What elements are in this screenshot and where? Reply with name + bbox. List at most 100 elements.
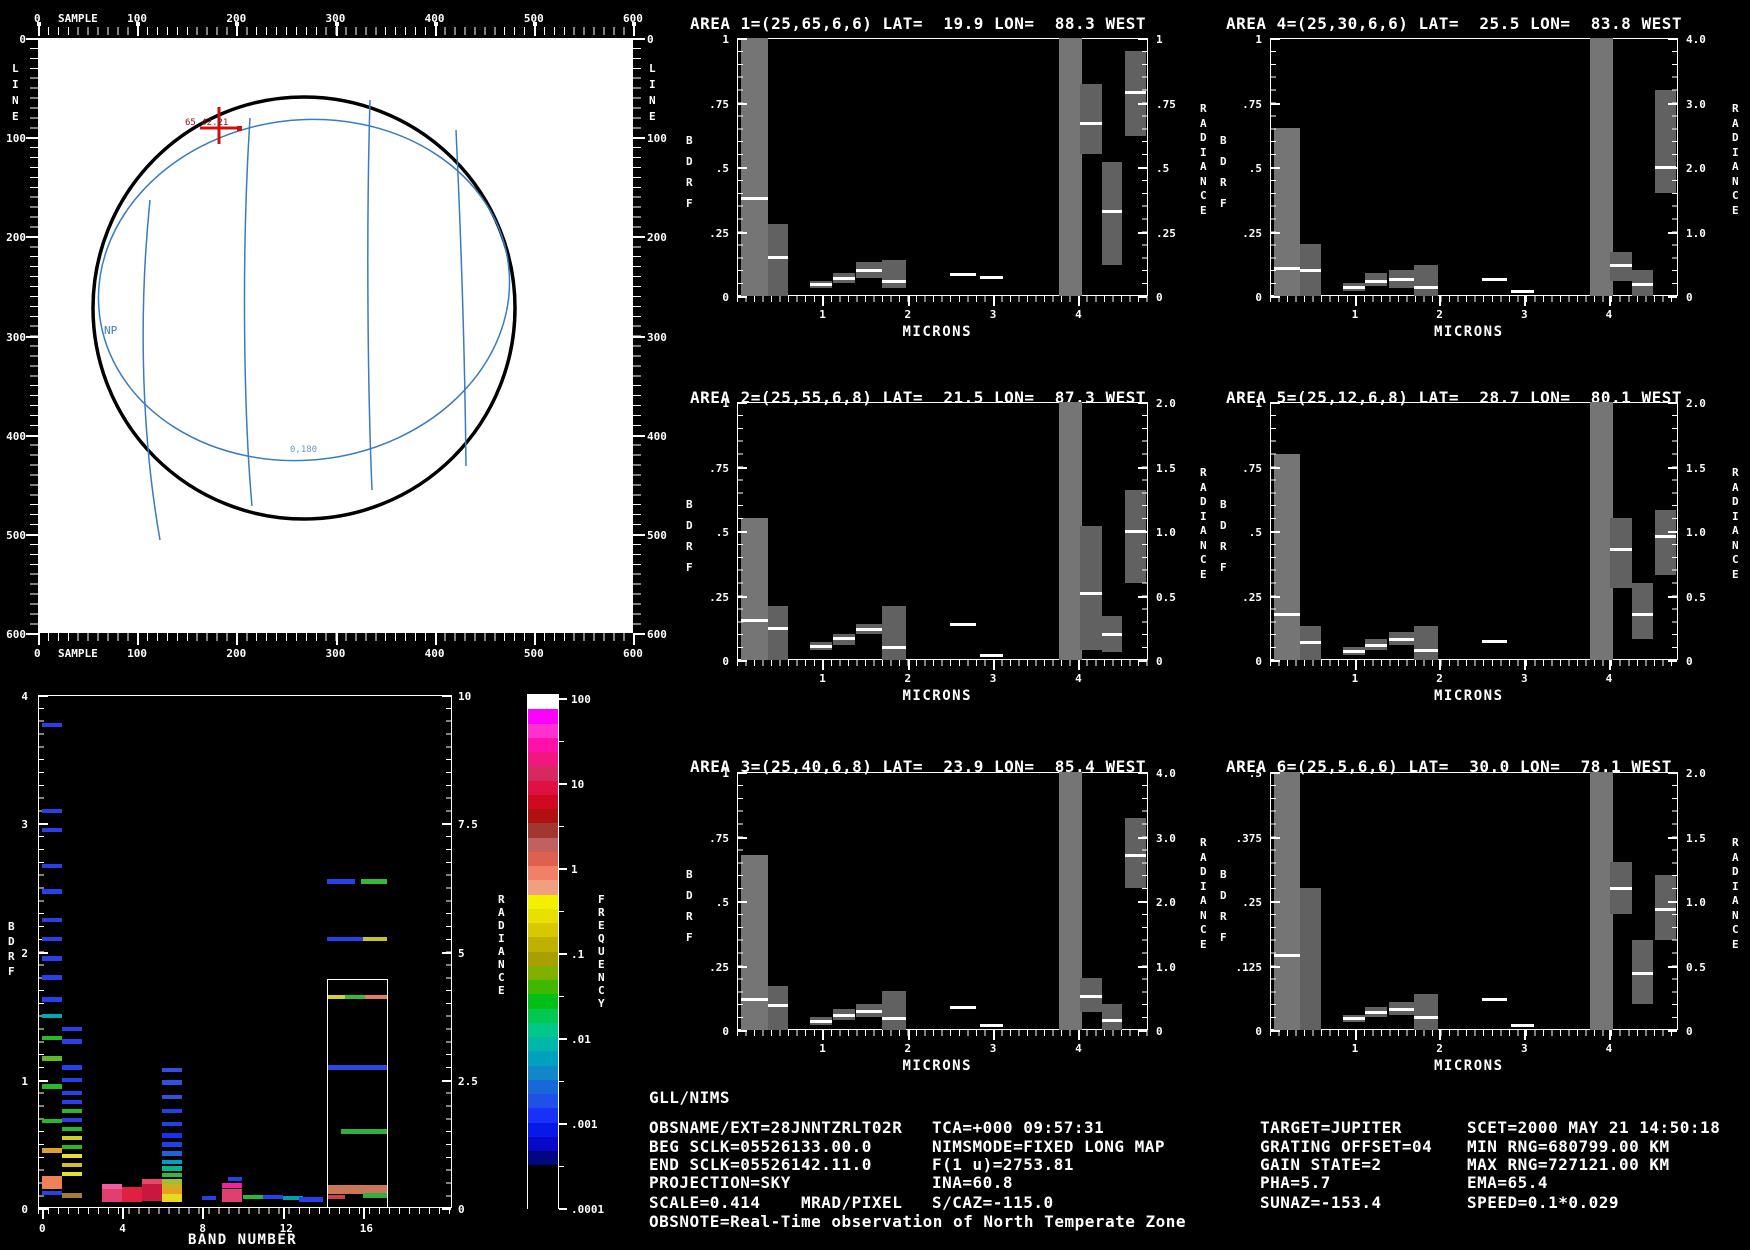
histogram-strip bbox=[62, 1126, 83, 1132]
spectrum-median-line bbox=[1632, 283, 1653, 287]
microns-axis-major-tick bbox=[992, 296, 995, 306]
histogram-strip bbox=[142, 1179, 163, 1184]
radiance-axis-name: E bbox=[498, 984, 505, 997]
bdrf-axis-name: R bbox=[1220, 910, 1227, 923]
radiance-axis-name: A bbox=[1200, 894, 1207, 907]
radiance-axis-tick-label: 0 bbox=[1156, 655, 1163, 668]
histogram-strip bbox=[62, 1144, 83, 1150]
spectrum-bar bbox=[767, 605, 789, 660]
radiance-axis-name: N bbox=[498, 958, 505, 971]
histogram-strip bbox=[42, 1118, 63, 1124]
radiance-axis-tick-label: .25 bbox=[1156, 226, 1176, 240]
spectrum-median-line bbox=[1079, 122, 1102, 126]
colorbar-cell bbox=[528, 809, 558, 824]
radiance-axis-tick-label: 1.0 bbox=[1686, 226, 1706, 240]
spectrum-median-line bbox=[1413, 648, 1438, 652]
bdrf-axis-tick-label: .75 bbox=[709, 97, 729, 111]
radiance-axis-major-tick bbox=[1138, 772, 1147, 774]
microns-axis-ticks bbox=[737, 660, 1148, 666]
bdrf-axis-name: B bbox=[686, 868, 693, 881]
colorbar-cell bbox=[528, 695, 558, 710]
band-axis-major-tick bbox=[42, 1208, 44, 1219]
metadata-field: MAX RNG=727121.00 KM bbox=[1467, 1155, 1670, 1174]
spectrum-median-line bbox=[1481, 278, 1507, 282]
histogram-strip bbox=[222, 1183, 243, 1188]
bdrf-axis-major-tick bbox=[738, 466, 747, 469]
histogram-strip bbox=[162, 1094, 183, 1100]
microns-axis-tick-label: 2 bbox=[904, 672, 912, 685]
colorbar-cell bbox=[528, 723, 558, 739]
radiance-axis-name: E bbox=[1200, 203, 1207, 217]
histogram-strip bbox=[162, 1172, 183, 1178]
radiance-axis-name: E bbox=[1200, 937, 1207, 951]
bdrf-axis-name: F bbox=[1220, 561, 1227, 574]
microns-axis-major-tick bbox=[1354, 1030, 1357, 1040]
radiance-axis-major-tick bbox=[442, 1079, 451, 1082]
radiance-axis-name: D bbox=[498, 919, 505, 932]
histogram-strip bbox=[102, 1189, 123, 1202]
spectrum-median-line bbox=[741, 619, 768, 622]
colorbar-cell bbox=[528, 1094, 558, 1109]
spectrum-median-line bbox=[1610, 264, 1633, 268]
radiance-axis-name: R bbox=[1732, 102, 1739, 115]
colorbar-tick-label: 10 bbox=[571, 778, 585, 791]
microns-axis-ticks bbox=[1270, 1030, 1678, 1036]
radiance-axis-tick-label: 2.0 bbox=[1686, 767, 1706, 780]
radiance-axis-tick-label: 0 bbox=[1686, 1025, 1693, 1038]
colorbar-minor-tick bbox=[559, 995, 564, 997]
radiance-axis-name: I bbox=[1732, 879, 1739, 893]
radiance-axis-tick-label: 1.0 bbox=[1686, 526, 1706, 539]
radiance-axis-name: C bbox=[1200, 189, 1207, 202]
bdrf-axis-tick-label: 4 bbox=[21, 690, 28, 703]
colorbar-cell bbox=[528, 1122, 558, 1138]
bdrf-axis-major-tick bbox=[738, 38, 747, 40]
bdrf-axis-tick-label: 1 bbox=[1255, 33, 1262, 46]
radiance-axis-name: D bbox=[1732, 131, 1739, 144]
bdrf-axis-tick-label: 2 bbox=[21, 946, 28, 960]
microns-axis-name: MICRONS bbox=[902, 324, 973, 340]
histogram-strip bbox=[42, 975, 63, 980]
metadata-field: SPEED=0.1*0.029 bbox=[1467, 1193, 1619, 1212]
radiance-axis-major-tick bbox=[1138, 836, 1147, 839]
colorbar-tick-label: .1 bbox=[571, 948, 585, 961]
colorbar-cell bbox=[528, 851, 558, 867]
metadata-field: TCA=+000 09:57:31 bbox=[932, 1118, 1105, 1137]
histogram-strip bbox=[62, 1153, 83, 1159]
microns-axis-tick-label: 3 bbox=[1520, 308, 1528, 321]
radiance-axis-tick-label: .5 bbox=[1156, 162, 1170, 175]
spectrum-median-line bbox=[1364, 1010, 1387, 1014]
microns-axis-major-tick bbox=[1354, 660, 1357, 670]
bdrf-axis-name: B bbox=[686, 498, 693, 511]
metadata-field: S/CAZ=-115.0 bbox=[932, 1193, 1054, 1212]
frequency-colorbar-name: U bbox=[598, 945, 605, 958]
spectrum-median-line bbox=[832, 276, 855, 280]
radiance-axis-major-tick bbox=[1138, 466, 1147, 469]
bdrf-axis-name: B bbox=[686, 134, 693, 147]
spectrum-median-line bbox=[881, 646, 906, 650]
bdrf-axis-tick-label: 1 bbox=[722, 767, 729, 780]
microns-axis-major-tick bbox=[1523, 660, 1526, 670]
microns-axis-name: MICRONS bbox=[902, 1058, 973, 1074]
microns-axis-ticks bbox=[737, 1030, 1148, 1036]
radiance-axis-major-tick bbox=[1138, 102, 1147, 105]
metadata-field: OBSNAME/EXT=28JNNTZRLT02R bbox=[649, 1118, 903, 1137]
colorbar-cell bbox=[528, 908, 558, 924]
colorbar-major-tick bbox=[559, 1123, 567, 1125]
bdrf-axis-name: R bbox=[8, 950, 15, 963]
bdrf-axis-major-tick bbox=[738, 965, 747, 968]
spectrum-median-line bbox=[767, 1004, 789, 1008]
microns-axis-major-tick bbox=[1439, 296, 1442, 306]
radiance-axis-tick-label: 0 bbox=[1686, 291, 1693, 304]
radiance-axis-name: R bbox=[1732, 836, 1739, 849]
bdrf-axis-tick-label: 1 bbox=[1255, 397, 1262, 410]
colorbar-major-tick bbox=[559, 783, 567, 785]
microns-axis-major-tick bbox=[992, 660, 995, 670]
bdrf-axis-name: R bbox=[686, 910, 693, 923]
bdrf-axis-major-tick bbox=[1271, 167, 1280, 169]
frequency-colorbar-name: C bbox=[598, 984, 605, 997]
radiance-axis-name: D bbox=[1200, 131, 1207, 144]
metadata-field: EMA=65.4 bbox=[1467, 1173, 1549, 1192]
radiance-axis-name: N bbox=[1732, 908, 1739, 922]
colorbar-cell bbox=[528, 1136, 558, 1152]
spectrum-bar bbox=[1413, 265, 1438, 296]
